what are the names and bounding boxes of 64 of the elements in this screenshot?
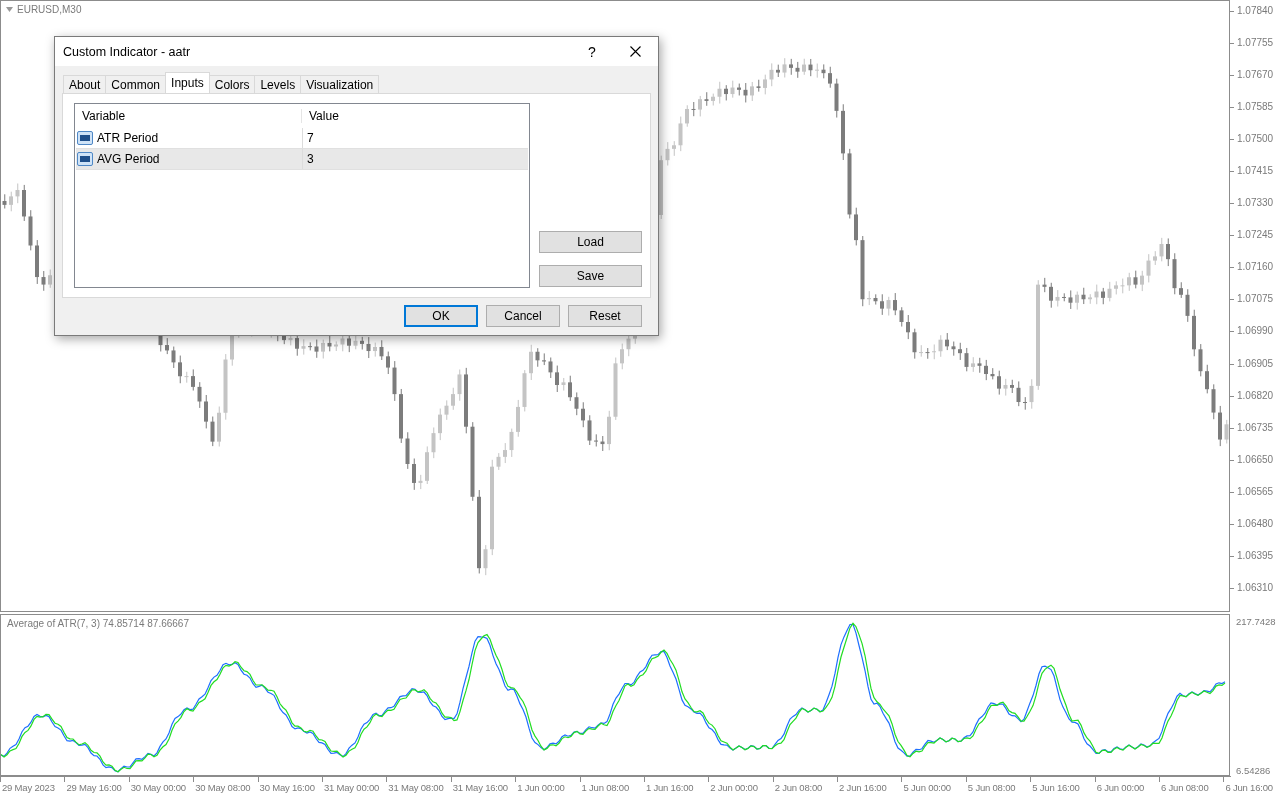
variable-value[interactable]: 7 xyxy=(302,128,528,148)
time-axis-label: 31 May 16:00 xyxy=(452,782,508,793)
price-axis-label: 1.06905 xyxy=(1237,357,1274,369)
chart-symbol: EURUSD,M30 xyxy=(17,4,82,15)
time-axis-label: 5 Jun 16:00 xyxy=(1032,782,1080,793)
indicator-axis-label: 6.54286 xyxy=(1236,765,1272,776)
price-axis-label: 1.06990 xyxy=(1237,325,1274,337)
dialog-button[interactable]: Cancel xyxy=(486,305,560,327)
variable-name: AVG Period xyxy=(97,152,160,166)
dropdown-arrow-icon[interactable] xyxy=(6,7,13,12)
time-axis-label: 2 Jun 16:00 xyxy=(839,782,887,793)
time-axis-label: 30 May 08:00 xyxy=(195,782,251,793)
price-axis-label: 1.07160 xyxy=(1237,261,1274,273)
price-axis-label: 1.06395 xyxy=(1237,549,1274,561)
price-axis-label: 1.06735 xyxy=(1237,421,1274,433)
time-axis-label: 30 May 16:00 xyxy=(259,782,315,793)
price-axis-label: 1.07500 xyxy=(1237,133,1274,145)
price-axis-label: 1.07585 xyxy=(1237,101,1274,113)
price-axis-label: 1.06310 xyxy=(1237,581,1274,593)
price-axis-label: 1.06565 xyxy=(1237,485,1274,497)
variable-value[interactable]: 3 xyxy=(302,149,528,169)
price-axis-label: 1.07415 xyxy=(1237,165,1274,177)
close-icon xyxy=(629,46,641,57)
price-axis-label: 1.06650 xyxy=(1237,453,1274,465)
price-axis-label: 1.07670 xyxy=(1237,69,1274,81)
column-header[interactable]: Variable xyxy=(75,109,301,123)
price-axis-label: 1.07755 xyxy=(1237,37,1274,49)
price-axis-label: 1.06820 xyxy=(1237,389,1274,401)
indicator-axis-label: 217.7428 xyxy=(1236,616,1277,627)
side-button[interactable]: Load xyxy=(539,231,642,253)
number-icon xyxy=(77,130,94,146)
side-button[interactable]: Save xyxy=(539,265,642,287)
indicator-label: Average of ATR(7, 3) 74.85714 87.66667 xyxy=(7,618,189,629)
time-axis-label: 1 Jun 08:00 xyxy=(581,782,629,793)
dialog-button[interactable]: OK xyxy=(404,305,478,327)
time-axis-label: 6 Jun 08:00 xyxy=(1161,782,1209,793)
time-axis-label: 31 May 00:00 xyxy=(323,782,380,793)
time-axis-label: 5 Jun 08:00 xyxy=(967,782,1016,793)
price-axis-label: 1.07075 xyxy=(1237,293,1274,305)
price-axis-label: 1.07840 xyxy=(1237,5,1274,16)
time-axis-label: 1 Jun 00:00 xyxy=(517,782,565,793)
price-axis-label: 1.07330 xyxy=(1237,197,1274,209)
help-button[interactable]: ? xyxy=(572,43,612,60)
time-axis-label: 29 May 16:00 xyxy=(66,782,122,793)
number-icon xyxy=(77,151,94,167)
time-axis-label: 2 Jun 00:00 xyxy=(710,782,758,793)
column-header[interactable]: Value xyxy=(301,109,529,123)
variable-name: ATR Period xyxy=(97,131,159,145)
time-axis-label: 5 Jun 00:00 xyxy=(903,782,951,793)
time-axis-label: 6 Jun 16:00 xyxy=(1225,782,1273,793)
price-axis-label: 1.06480 xyxy=(1237,517,1274,529)
price-axis-label: 1.07245 xyxy=(1237,229,1274,241)
tab[interactable]: Visualization xyxy=(300,75,380,93)
table-row[interactable]: AVG Period 3 xyxy=(76,149,528,170)
time-axis-label: 30 May 00:00 xyxy=(130,782,186,793)
tab[interactable]: About xyxy=(63,75,107,93)
tab[interactable]: Inputs xyxy=(165,72,210,93)
time-axis-label: 6 Jun 00:00 xyxy=(1096,782,1145,793)
time-axis-label: 29 May 2023 xyxy=(2,782,55,793)
dialog-title: Custom Indicator - aatr xyxy=(63,44,192,59)
time-axis-label: 1 Jun 16:00 xyxy=(645,782,694,793)
time-axis-label: 2 Jun 08:00 xyxy=(774,782,823,793)
time-axis-label: 31 May 08:00 xyxy=(388,782,444,793)
dialog-button[interactable]: Reset xyxy=(568,305,642,327)
